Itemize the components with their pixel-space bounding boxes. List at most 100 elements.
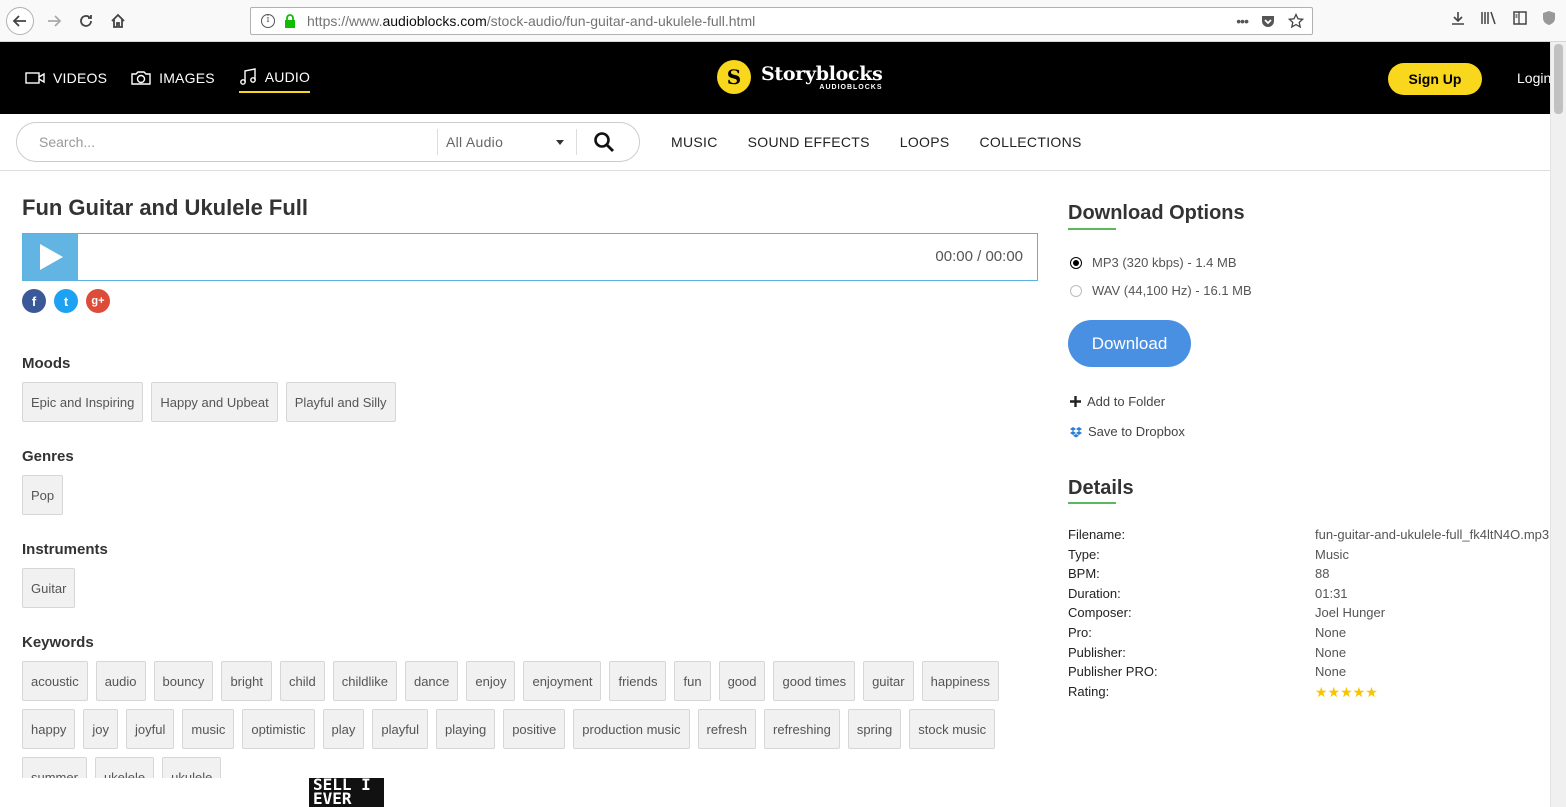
home-icon: [111, 13, 125, 28]
play-button[interactable]: [23, 234, 78, 280]
sub-nav-sound-effects[interactable]: SOUND EFFECTS: [748, 134, 870, 150]
google-plus-icon[interactable]: g+: [86, 289, 110, 313]
home-button[interactable]: [104, 7, 132, 35]
keyword-tag[interactable]: stock music: [909, 709, 996, 749]
twitter-icon[interactable]: t: [54, 289, 78, 313]
bookmark-star-icon[interactable]: [1288, 13, 1304, 29]
search-input[interactable]: [39, 134, 459, 150]
detail-row: Rating: ★★★★★: [1068, 684, 1549, 704]
page-scrollbar[interactable]: [1550, 42, 1566, 807]
keyword-tag[interactable]: optimistic: [242, 709, 315, 749]
sub-nav-collections[interactable]: COLLECTIONS: [980, 134, 1082, 150]
brand-sub: AUDIOBLOCKS: [819, 83, 883, 91]
login-link[interactable]: Login: [1517, 70, 1551, 86]
sub-nav-music[interactable]: MUSIC: [671, 134, 718, 150]
rating-stars: ★★★★★: [1315, 683, 1378, 700]
keyword-tag[interactable]: positive: [503, 709, 566, 749]
nav-audio[interactable]: AUDIO: [238, 63, 311, 93]
pocket-icon[interactable]: [1260, 13, 1276, 29]
keyword-tag[interactable]: good: [718, 661, 766, 701]
forward-button[interactable]: [40, 7, 68, 35]
keyword-tag[interactable]: guitar: [863, 661, 914, 701]
detail-label: Filename:: [1068, 527, 1126, 542]
keyword-tag[interactable]: audio: [95, 661, 146, 701]
keyword-tag[interactable]: child: [279, 661, 325, 701]
radio-unchecked[interactable]: [1070, 284, 1082, 297]
keyword-tag[interactable]: fun: [674, 661, 711, 701]
keyword-tag[interactable]: bright: [221, 661, 272, 701]
keyword-tag[interactable]: joy: [83, 709, 119, 749]
add-to-folder-link[interactable]: Add to Folder: [1070, 394, 1165, 409]
page-title: Fun Guitar and Ukulele Full: [22, 195, 309, 220]
keyword-tag[interactable]: acoustic: [22, 661, 88, 701]
keyword-tag[interactable]: refreshing: [764, 709, 840, 749]
info-icon[interactable]: i: [261, 14, 275, 28]
storyblocks-logo[interactable]: S Storyblocks AUDIOBLOCKS: [717, 60, 883, 94]
keywords-heading: Keywords: [22, 634, 94, 651]
keyword-tag[interactable]: enjoy: [466, 661, 516, 701]
genre-tag[interactable]: Pop: [22, 475, 64, 515]
nav-videos[interactable]: VIDEOS: [25, 63, 107, 93]
search-button[interactable]: [593, 131, 615, 158]
instrument-tag[interactable]: Guitar: [22, 568, 76, 608]
detail-label: Rating:: [1068, 683, 1110, 699]
detail-row: Filename: fun-guitar-and-ukulele-full_fk4…: [1068, 527, 1549, 547]
sub-nav-loops[interactable]: LOOPS: [900, 134, 950, 150]
lock-icon[interactable]: [283, 14, 297, 28]
nav-audio-label: AUDIO: [264, 69, 311, 85]
advertisement-banner[interactable]: SELL I EVER: [309, 778, 384, 807]
detail-value: 88: [1315, 566, 1330, 582]
keyword-tag[interactable]: happy: [22, 709, 76, 749]
mood-tag[interactable]: Happy and Upbeat: [151, 382, 278, 422]
keyword-tag[interactable]: childlike: [332, 661, 397, 701]
sidebar-icon[interactable]: [1512, 10, 1528, 31]
keyword-tag[interactable]: joyful: [126, 709, 175, 749]
reload-button[interactable]: [72, 7, 100, 35]
keyword-tag[interactable]: music: [182, 709, 235, 749]
format-option-mp3[interactable]: MP3 (320 kbps) - 1.4 MB: [1070, 255, 1237, 270]
keyword-tag[interactable]: ukelele: [94, 757, 155, 778]
detail-label: Pro:: [1068, 624, 1092, 640]
caret-down-icon: [556, 140, 564, 145]
save-to-dropbox-link[interactable]: Save to Dropbox: [1070, 424, 1185, 439]
download-button[interactable]: Download: [1068, 320, 1191, 367]
keyword-tag[interactable]: enjoyment: [523, 661, 602, 701]
category-select[interactable]: All Audio: [437, 129, 577, 155]
keyword-tag[interactable]: spring: [847, 709, 902, 749]
keyword-tag[interactable]: good times: [773, 661, 856, 701]
keyword-tag[interactable]: summer: [22, 757, 87, 778]
format-option-wav[interactable]: WAV (44,100 Hz) - 16.1 MB: [1070, 283, 1252, 298]
page-actions-icon[interactable]: •••: [1236, 13, 1249, 29]
keyword-tag[interactable]: friends: [609, 661, 667, 701]
sign-up-button[interactable]: Sign Up: [1388, 63, 1482, 95]
category-select-value: All Audio: [446, 134, 504, 150]
nav-images[interactable]: IMAGES: [131, 63, 215, 93]
download-arrow-icon[interactable]: [1450, 10, 1466, 31]
scroll-thumb[interactable]: [1554, 44, 1563, 114]
url-bar[interactable]: i https://www.audioblocks.com/stock-audi…: [250, 7, 1313, 35]
keyword-tag[interactable]: refresh: [697, 709, 757, 749]
facebook-icon[interactable]: f: [22, 289, 46, 313]
keyword-tag[interactable]: bouncy: [153, 661, 214, 701]
keyword-tag[interactable]: ukulele: [162, 757, 222, 778]
time-readout: 00:00 / 00:00: [935, 248, 1023, 265]
detail-row: Publisher PRO: None: [1068, 664, 1549, 684]
shield-icon[interactable]: [1542, 10, 1556, 31]
keyword-tag[interactable]: play: [322, 709, 365, 749]
back-button[interactable]: [6, 7, 34, 35]
add-to-folder-label: Add to Folder: [1087, 394, 1166, 409]
genres-heading: Genres: [22, 448, 74, 465]
radio-checked[interactable]: [1070, 256, 1082, 269]
mood-tag[interactable]: Epic and Inspiring: [22, 382, 144, 422]
keywords-row-1: acoustic audio bouncy bright child childlike d…: [22, 661, 999, 701]
audio-player: 00:00 / 00:00: [22, 233, 1038, 281]
mood-tag[interactable]: Playful and Silly: [285, 382, 396, 422]
url-text[interactable]: https://www.audioblocks.com/stock-audio/…: [307, 13, 755, 29]
detail-row: Type: Music: [1068, 547, 1549, 567]
library-icon[interactable]: [1480, 10, 1498, 31]
keyword-tag[interactable]: happiness: [921, 661, 999, 701]
keyword-tag[interactable]: playful: [372, 709, 428, 749]
keyword-tag[interactable]: production music: [573, 709, 690, 749]
keyword-tag[interactable]: dance: [404, 661, 459, 701]
keyword-tag[interactable]: playing: [435, 709, 496, 749]
